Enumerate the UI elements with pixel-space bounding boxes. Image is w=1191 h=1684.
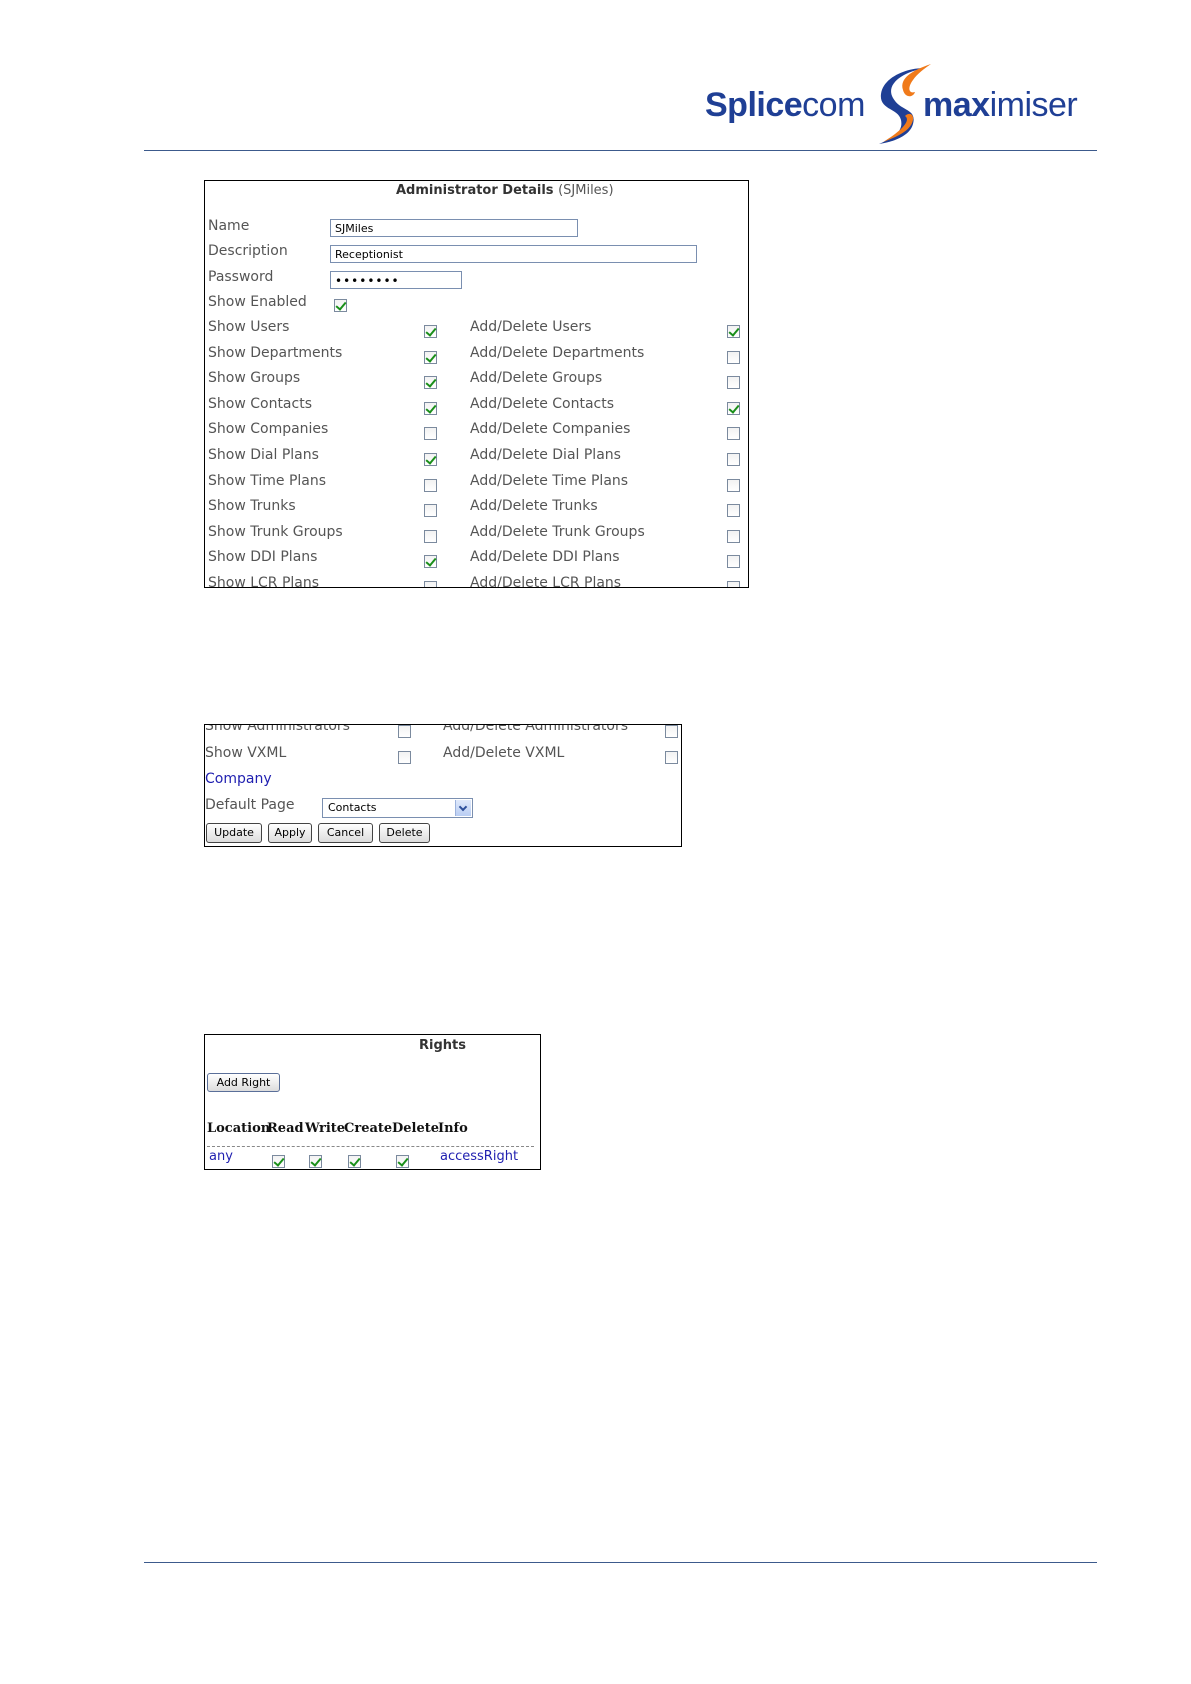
read-checkbox[interactable] (272, 1155, 285, 1168)
administrator-details-panel: Administrator Details (SJMiles) Name SJM… (204, 180, 749, 588)
show-companies-label: Show Companies (208, 421, 329, 437)
show-groups-label: Show Groups (208, 370, 301, 386)
add-delete-groups-label: Add/Delete Groups (470, 370, 603, 386)
delete-checkbox[interactable] (396, 1155, 409, 1168)
add-delete-contacts-label: Add/Delete Contacts (470, 396, 615, 412)
show-users-label: Show Users (208, 319, 290, 335)
add-delete-companies-checkbox[interactable] (727, 427, 740, 440)
footer-rule (144, 1562, 1097, 1563)
show-ddi-plans-checkbox[interactable] (424, 555, 437, 568)
password-label: Password (208, 269, 274, 285)
column-create: Create (344, 1121, 393, 1136)
add-right-button[interactable]: Add Right (207, 1073, 280, 1092)
add-delete-time-plans-checkbox[interactable] (727, 479, 740, 492)
splicecom-maximiser-logo: Splicecom maximiser (705, 60, 1105, 146)
show-dial-plans-checkbox[interactable] (424, 453, 437, 466)
logo-maximiser-text: maximiser (923, 86, 1078, 124)
header-rule (144, 150, 1097, 151)
show-departments-label: Show Departments (208, 345, 343, 361)
rights-location-any[interactable]: any (209, 1149, 233, 1164)
show-vxml-label: Show VXML (205, 745, 287, 761)
update-button[interactable]: Update (206, 823, 262, 843)
show-time-plans-checkbox[interactable] (424, 479, 437, 492)
write-checkbox[interactable] (309, 1155, 322, 1168)
show-trunk-groups-checkbox[interactable] (424, 530, 437, 543)
show-contacts-checkbox[interactable] (424, 402, 437, 415)
show-trunks-label: Show Trunks (208, 498, 296, 514)
add-delete-companies-label: Add/Delete Companies (470, 421, 631, 437)
description-label: Description (208, 243, 288, 259)
show-trunk-groups-label: Show Trunk Groups (208, 524, 343, 540)
add-delete-departments-checkbox[interactable] (727, 351, 740, 364)
show-groups-checkbox[interactable] (424, 376, 437, 389)
show-trunks-checkbox[interactable] (424, 504, 437, 517)
name-label: Name (208, 218, 250, 234)
add-delete-trunks-label: Add/Delete Trunks (470, 498, 598, 514)
show-vxml-checkbox[interactable] (398, 751, 411, 764)
add-delete-users-label: Add/Delete Users (470, 319, 592, 335)
add-delete-dial-plans-label: Add/Delete Dial Plans (470, 447, 621, 463)
access-right-link[interactable]: accessRight (440, 1149, 518, 1164)
show-lcr-plans-checkbox[interactable] (424, 581, 437, 587)
add-delete-vxml-label: Add/Delete VXML (443, 745, 565, 761)
column-info: Info (438, 1121, 468, 1136)
add-delete-trunk-groups-checkbox[interactable] (727, 530, 740, 543)
cancel-button[interactable]: Cancel (318, 823, 373, 843)
show-lcr-plans-label: Show LCR Plans (208, 575, 320, 588)
add-delete-lcr-plans-label: Add/Delete LCR Plans (470, 575, 622, 588)
delete-button[interactable]: Delete (379, 823, 430, 843)
add-delete-lcr-plans-checkbox[interactable] (727, 581, 740, 587)
rights-title: Rights (419, 1038, 466, 1053)
column-location: Location (207, 1121, 271, 1136)
column-delete: Delete (392, 1121, 440, 1136)
password-field[interactable]: •••••••• (330, 271, 462, 289)
description-field[interactable]: Receptionist (330, 245, 697, 263)
add-delete-administrators-checkbox[interactable] (665, 725, 678, 738)
add-delete-administrators-label: Add/Delete Administrators (443, 724, 629, 734)
chevron-down-icon[interactable] (455, 800, 471, 816)
add-delete-vxml-checkbox[interactable] (665, 751, 678, 764)
add-delete-trunks-checkbox[interactable] (727, 504, 740, 517)
show-administrators-label: Show Administrators (205, 724, 350, 734)
show-dial-plans-label: Show Dial Plans (208, 447, 319, 463)
company-link[interactable]: Company (205, 771, 272, 787)
rights-divider (207, 1146, 534, 1147)
show-ddi-plans-label: Show DDI Plans (208, 549, 318, 565)
add-delete-ddi-plans-checkbox[interactable] (727, 555, 740, 568)
add-delete-groups-checkbox[interactable] (727, 376, 740, 389)
show-time-plans-label: Show Time Plans (208, 473, 327, 489)
logo-splicecom-text: Splicecom (705, 86, 865, 124)
add-delete-contacts-checkbox[interactable] (727, 402, 740, 415)
default-page-label: Default Page (205, 797, 295, 813)
column-read: Read (267, 1121, 304, 1136)
show-companies-checkbox[interactable] (424, 427, 437, 440)
show-enabled-label: Show Enabled (208, 294, 307, 310)
add-delete-time-plans-label: Add/Delete Time Plans (470, 473, 629, 489)
add-delete-trunk-groups-label: Add/Delete Trunk Groups (470, 524, 645, 540)
default-page-select[interactable]: Contacts (322, 798, 473, 818)
apply-button[interactable]: Apply (268, 823, 312, 843)
column-write: Write (305, 1121, 346, 1136)
show-administrators-checkbox[interactable] (398, 725, 411, 738)
add-delete-users-checkbox[interactable] (727, 325, 740, 338)
rights-panel: Rights Add Right Location Read Write Cre… (204, 1034, 541, 1170)
create-checkbox[interactable] (348, 1155, 361, 1168)
panel-title: Administrator Details (SJMiles) (396, 183, 614, 198)
add-delete-ddi-plans-label: Add/Delete DDI Plans (470, 549, 620, 565)
show-contacts-label: Show Contacts (208, 396, 312, 412)
add-delete-dial-plans-checkbox[interactable] (727, 453, 740, 466)
add-delete-departments-label: Add/Delete Departments (470, 345, 645, 361)
show-users-checkbox[interactable] (424, 325, 437, 338)
name-field[interactable]: SJMiles (330, 219, 578, 237)
show-enabled-checkbox[interactable] (334, 299, 347, 312)
show-departments-checkbox[interactable] (424, 351, 437, 364)
administrator-details-continued-panel: Show Administrators Add/Delete Administr… (204, 724, 682, 847)
